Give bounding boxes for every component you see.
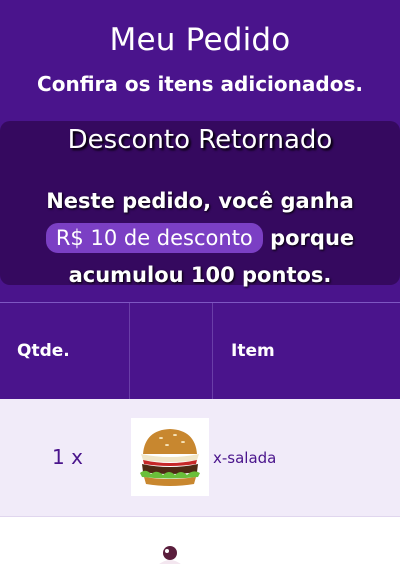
page-title: Meu Pedido xyxy=(109,22,291,58)
column-header-image xyxy=(130,303,213,399)
burger-icon xyxy=(131,418,209,496)
page-subtitle: Confira os itens adicionados. xyxy=(37,72,363,96)
column-header-quantity: Qtde. xyxy=(0,303,130,399)
table-row[interactable] xyxy=(0,516,400,564)
order-header: Meu Pedido Confira os itens adicionados.… xyxy=(0,0,400,300)
item-name: x-salada xyxy=(213,449,277,467)
column-header-item: Item xyxy=(231,341,275,361)
table-header: Qtde. Item xyxy=(0,303,400,399)
discount-text-before: Neste pedido, você ganha xyxy=(46,189,354,213)
discount-message: Neste pedido, você ganha R$ 10 de descon… xyxy=(20,183,380,294)
discount-title: Desconto Retornado xyxy=(67,125,333,155)
table-row[interactable]: 1 x x-salada xyxy=(0,399,400,516)
discount-amount-badge: R$ 10 de desconto xyxy=(45,223,263,253)
dessert-icon xyxy=(150,541,190,564)
item-quantity: 1 x xyxy=(52,445,83,469)
